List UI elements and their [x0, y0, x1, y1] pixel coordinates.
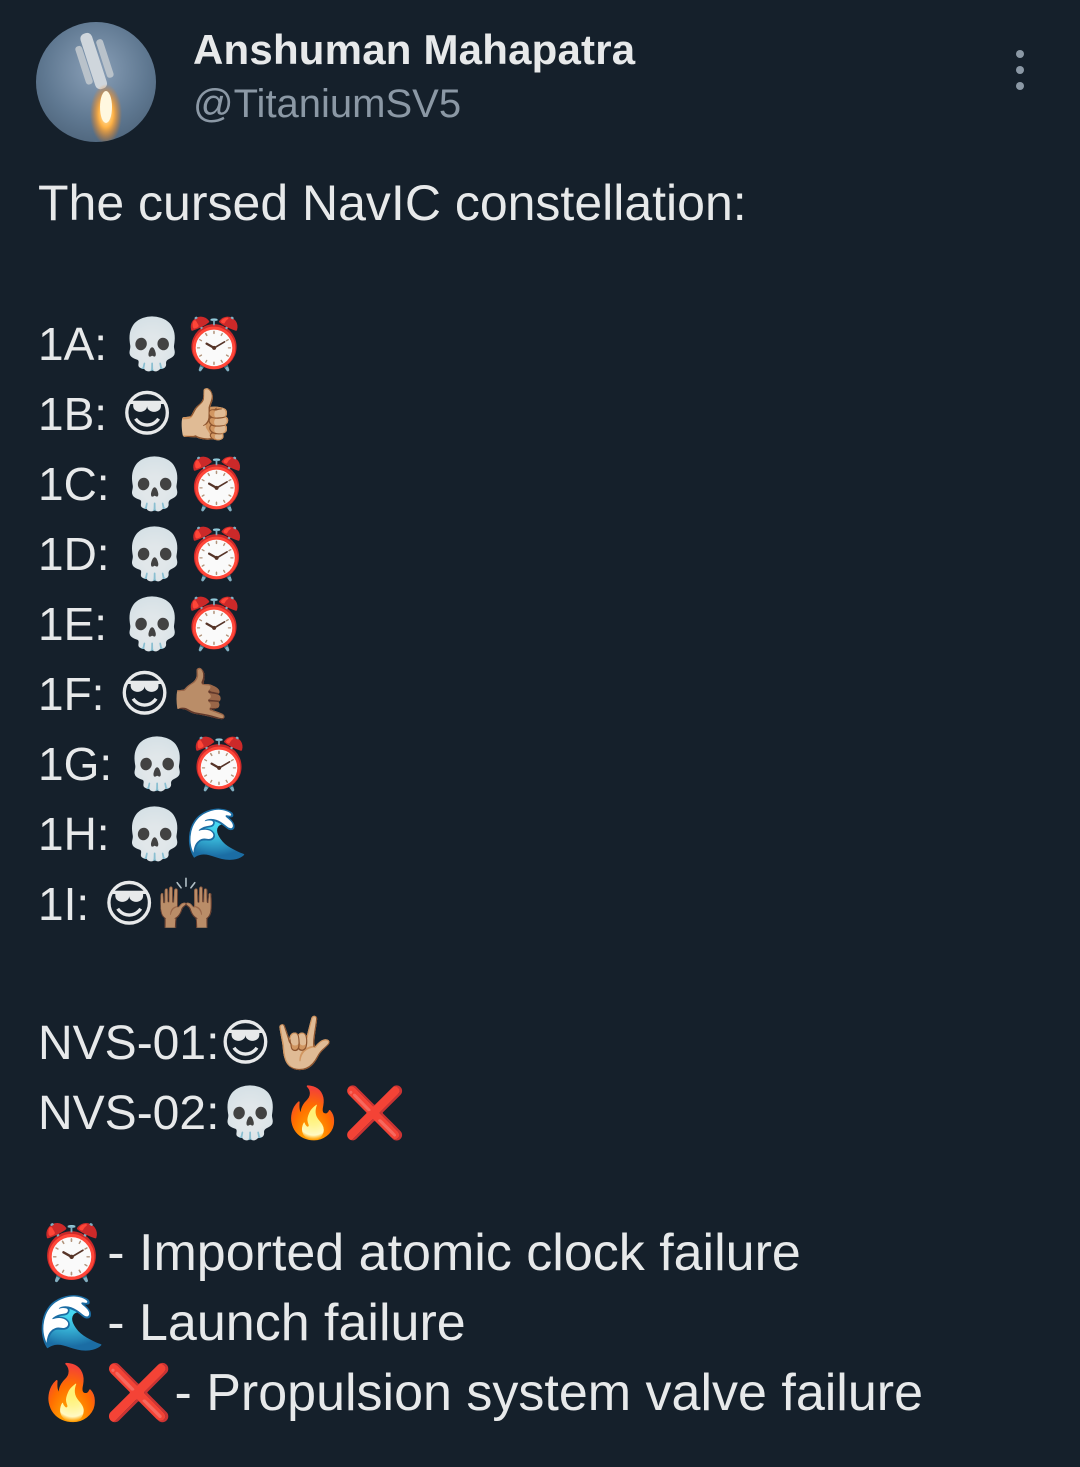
wave-icon: 🌊	[38, 1291, 106, 1354]
rocket-launch-image	[75, 32, 122, 142]
author-handle[interactable]: @TitaniumSV5	[193, 82, 461, 127]
status-emoji: 😎👍🏼	[121, 385, 236, 443]
avatar[interactable]	[36, 22, 156, 142]
legend-item: 🌊 - Launch failure	[38, 1290, 466, 1356]
status-emoji: 😎🤙🏽	[118, 665, 233, 723]
status-emoji: 😎🤟🏼	[219, 1014, 334, 1072]
status-emoji: 💀⏰	[121, 595, 246, 653]
satellite-label: 1A:	[38, 318, 108, 370]
status-emoji: 💀⏰	[126, 735, 251, 793]
satellite-row: 1B: 😎👍🏼	[38, 384, 239, 444]
satellite-row: 1A: 💀⏰	[38, 314, 250, 374]
status-emoji: 💀⏰	[123, 525, 249, 583]
nvs-row: NVS-02: 💀🔥❌	[38, 1081, 410, 1145]
satellite-label: 1I:	[38, 878, 90, 930]
more-options-button[interactable]	[1000, 44, 1040, 96]
dot-icon	[1016, 82, 1024, 90]
satellite-label: 1H:	[38, 808, 110, 860]
status-emoji: 💀🔥❌	[219, 1084, 407, 1142]
nvs-label: NVS-02:	[38, 1086, 220, 1140]
legend-item: 🔥❌ - Propulsion system valve failure	[38, 1360, 923, 1426]
satellite-row: 1D: 💀⏰	[38, 524, 252, 584]
alarm-clock-icon: ⏰	[38, 1221, 106, 1284]
satellite-row: 1E: 💀⏰	[38, 594, 250, 654]
legend-text: - Imported atomic clock failure	[107, 1224, 801, 1282]
satellite-label: 1C:	[38, 458, 110, 510]
satellite-label: 1F:	[38, 668, 105, 720]
satellite-label: 1G:	[38, 738, 113, 790]
satellite-row: 1G: 💀⏰	[38, 734, 255, 794]
nvs-label: NVS-01:	[38, 1016, 220, 1070]
dot-icon	[1016, 66, 1024, 74]
satellite-row: 1C: 💀⏰	[38, 454, 252, 514]
fire-cross-icon: 🔥❌	[38, 1361, 173, 1424]
nvs-row: NVS-01: 😎🤟🏼	[38, 1011, 338, 1075]
satellite-row: 1I: 😎🙌🏽	[38, 874, 222, 934]
dot-icon	[1016, 50, 1024, 58]
satellite-label: 1D:	[38, 528, 110, 580]
tweet: Anshuman Mahapatra @TitaniumSV5 The curs…	[0, 0, 1080, 1467]
satellite-row: 1F: 😎🤙🏽	[38, 664, 237, 724]
status-emoji: 💀⏰	[123, 455, 249, 513]
status-emoji: 😎🙌🏽	[103, 875, 218, 933]
author-name[interactable]: Anshuman Mahapatra	[193, 26, 635, 74]
satellite-row: 1H: 💀🌊	[38, 804, 252, 864]
legend-text: - Launch failure	[107, 1294, 466, 1352]
legend-item: ⏰ - Imported atomic clock failure	[38, 1220, 801, 1286]
satellite-label: 1E:	[38, 598, 108, 650]
status-emoji: 💀⏰	[121, 315, 246, 373]
legend-text: - Propulsion system valve failure	[174, 1364, 923, 1422]
status-emoji: 💀🌊	[123, 805, 249, 863]
satellite-label: 1B:	[38, 388, 108, 440]
tweet-headline: The cursed NavIC constellation:	[38, 175, 747, 231]
